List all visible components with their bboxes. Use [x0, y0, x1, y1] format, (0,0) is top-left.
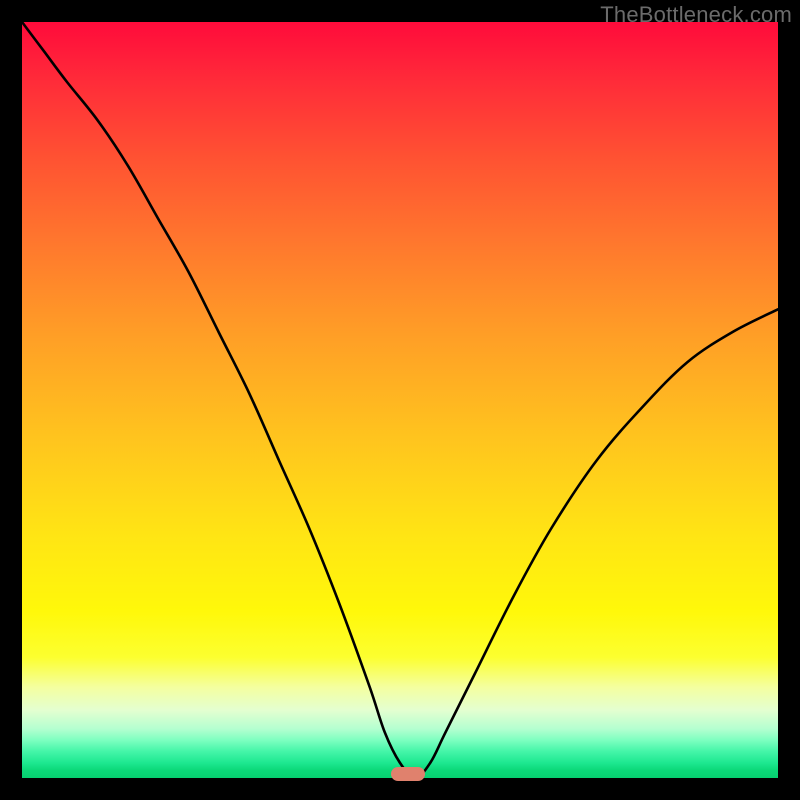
plot-area	[22, 22, 778, 778]
chart-frame: TheBottleneck.com	[0, 0, 800, 800]
watermark-text: TheBottleneck.com	[600, 2, 792, 28]
optimal-marker	[391, 767, 425, 781]
bottleneck-curve	[22, 22, 778, 778]
